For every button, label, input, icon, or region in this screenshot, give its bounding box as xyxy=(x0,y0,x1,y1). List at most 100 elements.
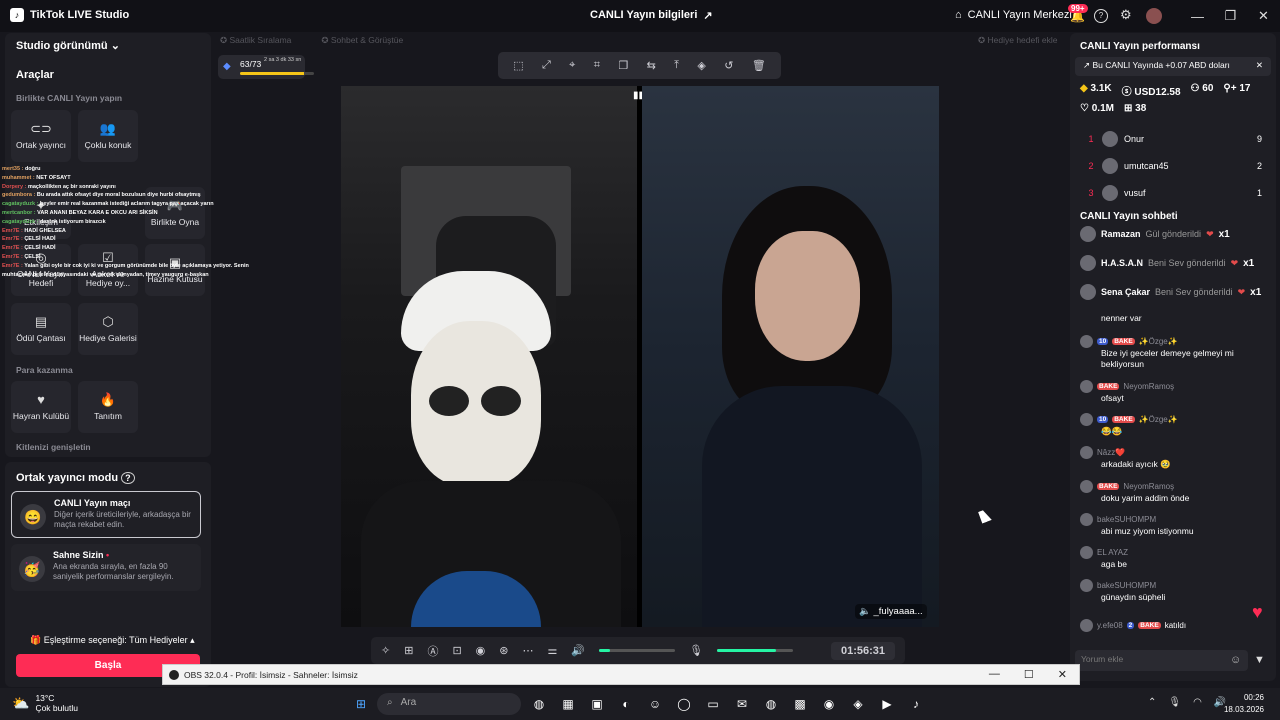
layers-icon[interactable]: ◈ xyxy=(697,59,705,72)
cohost-tile[interactable]: ⊂⊃ Ortak yayıncı xyxy=(11,110,71,162)
live-info-button[interactable]: CANLI Yayın bilgileri ↗ xyxy=(590,9,713,22)
help-icon[interactable]: ? xyxy=(121,472,135,484)
volume-icon[interactable]: 🔊 xyxy=(571,644,585,657)
chrome-icon[interactable]: ◍ xyxy=(528,694,550,714)
maximize-icon[interactable]: ☐ xyxy=(1024,668,1034,681)
join-notice: y.efe08 2 BAKE katıldı xyxy=(1080,619,1265,632)
fit-icon[interactable]: ⤢ xyxy=(542,59,551,72)
edge-icon[interactable]: ◐ xyxy=(615,694,637,714)
chat-talk[interactable]: ✪ Sohbet & Görüştüe xyxy=(321,35,403,46)
up-icon[interactable]: ⤒ xyxy=(674,59,679,72)
studio-view-dropdown[interactable]: Studio görünümü ⌄ xyxy=(16,39,120,52)
crop-icon[interactable]: ⌗ xyxy=(594,59,600,72)
ranking-row[interactable]: 1 Onur 9 xyxy=(1080,131,1262,147)
teams-icon[interactable]: ▣ xyxy=(586,694,608,714)
record-icon[interactable]: ◉ xyxy=(476,644,486,657)
link-icon: ⊂⊃ xyxy=(30,120,52,136)
mic-tray-icon[interactable]: 🎙 xyxy=(1168,697,1181,708)
select-icon[interactable]: ⬚ xyxy=(513,59,523,72)
stage-card[interactable]: 🥳 Sahne Sizin • Ana ekranda sırayla, en f… xyxy=(11,544,201,591)
copy-icon[interactable]: ❐ xyxy=(618,59,628,72)
emoji-icon[interactable]: ☺ xyxy=(1230,654,1241,666)
steam-icon[interactable]: ◈ xyxy=(847,694,869,714)
minimize-icon[interactable]: — xyxy=(989,668,1000,681)
wifi-icon[interactable]: ◠ xyxy=(1193,697,1202,708)
chat-text: abi muz yiyom istiyonmu xyxy=(1101,526,1194,536)
screen-add-icon[interactable]: ⊞ xyxy=(404,644,413,657)
cohost-name: _fulyaaaa... xyxy=(873,606,923,617)
hourly-rank[interactable]: ✪ Saatlik Sıralama xyxy=(220,35,291,46)
chat-username: ✨Özge✨ xyxy=(1138,337,1178,346)
gift-gallery-tile[interactable]: ⬡ Hediye Galerisi xyxy=(78,303,138,355)
store-icon[interactable]: ▦ xyxy=(557,694,579,714)
chat-text: günaydın süpheli xyxy=(1101,592,1166,602)
gift-rose-icon: ❤ xyxy=(1230,257,1239,268)
multi-guest-tile[interactable]: 👥 Çoklu konuk xyxy=(78,110,138,162)
tiktok-icon[interactable]: ♪ xyxy=(905,694,927,714)
chat-username: ✨Özge✨ xyxy=(1138,415,1178,424)
chat-icon: ✪ xyxy=(321,35,329,45)
mail-icon[interactable]: ✉ xyxy=(731,694,753,714)
stage-emoji-icon: 🥳 xyxy=(19,556,45,582)
user-avatar xyxy=(1080,335,1093,348)
profile-avatar[interactable] xyxy=(1146,8,1162,24)
folder-icon[interactable]: ▭ xyxy=(702,694,724,714)
chrome-alt-icon[interactable]: ◍ xyxy=(760,694,782,714)
taskbar-search[interactable]: ⌕ Ara xyxy=(377,693,521,715)
overlay-chat-user: Dorpery : xyxy=(2,183,28,190)
chat-heading: CANLI Yayın sohbeti xyxy=(1080,211,1178,222)
cloud-icon: ⛅ xyxy=(12,694,30,711)
system-tray: ⌃ 🎙 ◠ 🔊 xyxy=(1148,697,1226,708)
maximize-icon[interactable]: ❐ xyxy=(1214,0,1247,32)
flip-icon[interactable]: ⇆ xyxy=(647,59,656,72)
settings-gear-icon[interactable]: ⚙ xyxy=(1120,7,1132,23)
fan-club-tile[interactable]: ♥ Hayran Kulübü xyxy=(11,381,71,433)
app-green-icon[interactable]: ▩ xyxy=(789,694,811,714)
windows-start-icon[interactable]: ⊞ xyxy=(350,694,372,714)
obs-window-titlebar[interactable]: OBS 32.0.4 - Profil: İsimsiz - Sahneler:… xyxy=(162,664,1080,685)
close-icon[interactable]: ✕ xyxy=(1256,60,1263,73)
youtube-icon[interactable]: ▶ xyxy=(876,694,898,714)
match-emoji-icon: 😄 xyxy=(20,504,46,530)
help-icon[interactable]: ? xyxy=(1094,9,1108,23)
volume-slider[interactable] xyxy=(599,649,676,652)
chevron-up-icon[interactable]: ⌃ xyxy=(1148,697,1156,708)
obs-icon[interactable]: ◉ xyxy=(818,694,840,714)
send-filter-icon[interactable]: ▼ xyxy=(1254,654,1265,666)
rank-name: umutcan45 xyxy=(1124,161,1169,171)
goal-widget[interactable]: ◆ 63/73 2 sa 3 dk 33 sn xyxy=(218,55,314,79)
live-center-button[interactable]: ⌂ CANLI Yayın Merkezi xyxy=(955,9,1072,21)
discord-icon[interactable]: ☺ xyxy=(644,694,666,714)
minimize-icon[interactable]: — xyxy=(1181,0,1214,32)
mic-slider[interactable] xyxy=(717,649,794,652)
gift-goal-button[interactable]: ✪ Hediye hedefi ekle xyxy=(978,35,1057,46)
usd-stat: ⓢ USD12.58 xyxy=(1122,83,1181,98)
live-match-card[interactable]: 😄 CANLI Yayın maçı Diğer içerik üreticile… xyxy=(11,491,201,538)
comment-input[interactable]: Yorum ekle xyxy=(1075,650,1248,671)
chat-text: arkadaki ayıcık 🥹 xyxy=(1101,459,1171,469)
close-icon[interactable]: ✕ xyxy=(1058,668,1067,681)
promote-tile[interactable]: 🔥 Tanıtım xyxy=(78,381,138,433)
live-preview[interactable]: ▮▮▮ xyxy=(341,86,939,627)
image-add-icon[interactable]: ⊡ xyxy=(452,644,461,657)
text-icon[interactable]: Ⓐ xyxy=(427,643,438,659)
ranking-row[interactable]: 2 umutcan45 2 xyxy=(1080,158,1262,174)
weather-widget[interactable]: ⛅ 13°C Çok bulutlu xyxy=(12,693,78,713)
close-icon[interactable]: ✕ xyxy=(1247,0,1280,32)
delete-icon[interactable]: 🗑 xyxy=(752,59,766,72)
camera-icon[interactable]: ⊛ xyxy=(499,644,508,657)
more-icon[interactable]: ⋯ xyxy=(522,644,533,657)
magic-wand-icon[interactable]: ✧ xyxy=(381,644,390,657)
ranking-row[interactable]: 3 vusuf 1 xyxy=(1080,185,1262,201)
like-heart-icon: ♥ xyxy=(1252,602,1263,622)
sliders-icon[interactable]: ⚌ xyxy=(547,644,557,657)
center-icon[interactable]: ⌖ xyxy=(569,59,575,72)
overlay-chat-text: beyler emir real kazanmak istediği aclar… xyxy=(39,201,214,208)
reward-bag-tile[interactable]: ▤ Ödül Çantası xyxy=(11,303,71,355)
rotate-icon[interactable]: ↺ xyxy=(724,59,733,72)
clock[interactable]: 00:26 18.03.2026 xyxy=(1224,692,1264,716)
match-option-dropdown[interactable]: 🎁 Eşleştirme seçeneği: Tüm Hediyeler ▴ xyxy=(30,635,195,646)
opera-icon[interactable]: ◯ xyxy=(673,694,695,714)
gift-count: x1 xyxy=(1243,257,1255,269)
mic-icon[interactable]: 🎙 xyxy=(689,644,703,657)
